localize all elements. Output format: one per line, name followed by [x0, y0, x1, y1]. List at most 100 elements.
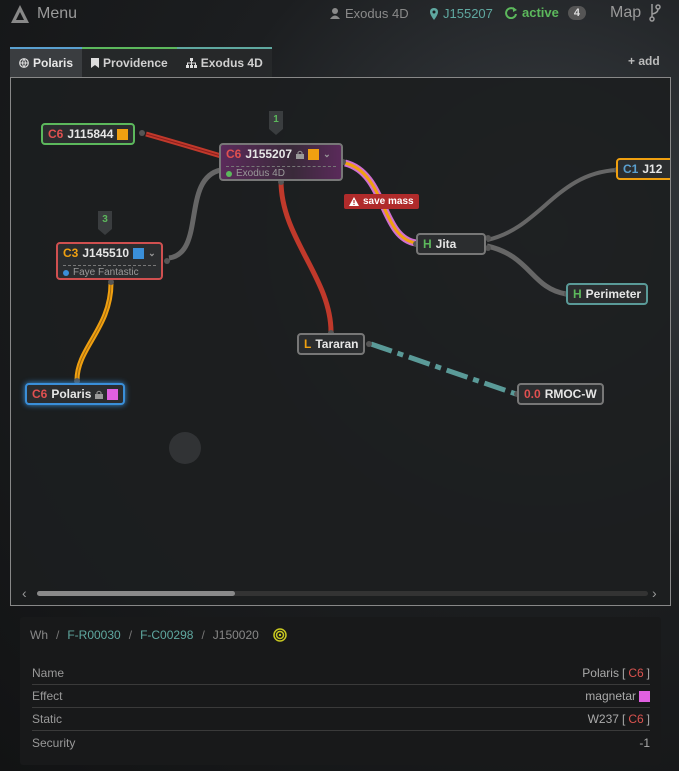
tab-providence[interactable]: Providence: [82, 47, 177, 77]
tab-polaris[interactable]: Polaris: [10, 47, 83, 77]
info-value: magnetar: [585, 689, 650, 703]
effect-square-icon: [308, 148, 320, 160]
scroll-left-icon[interactable]: ‹: [22, 585, 27, 601]
info-row-effect: Effect magnetar: [32, 685, 650, 708]
info-value[interactable]: W237 [C6]: [588, 712, 650, 726]
connection-j155207-tararan: [278, 180, 334, 333]
map-menu-button[interactable]: Map: [610, 4, 661, 22]
user-icon: [330, 8, 340, 19]
system-j115844[interactable]: C6 J115844: [41, 123, 136, 145]
system-class: H: [423, 237, 432, 251]
sitemap-icon: [185, 58, 197, 68]
tab-exodus-4d[interactable]: Exodus 4D: [176, 47, 272, 77]
system-name: Jita: [435, 237, 457, 251]
system-rmoc-w[interactable]: 0.0 RMOC-W: [517, 383, 604, 405]
breadcrumb-separator: /: [128, 628, 133, 642]
horizontal-scrollbar[interactable]: [37, 591, 648, 596]
system-j155207[interactable]: C6 J155207 ⌄ Exodus 4D: [219, 143, 343, 181]
top-bar: Menu Exodus 4D J155207 active 4 Map: [0, 0, 679, 28]
bookmark-icon: [91, 58, 100, 68]
system-class: C1: [623, 162, 639, 176]
system-class-value: C6: [628, 666, 644, 680]
connection-label: save mass: [363, 196, 414, 207]
wormhole-icon[interactable]: [273, 628, 287, 642]
system-name: J145510: [82, 246, 130, 260]
system-class: C6: [48, 127, 64, 141]
system-name: Perimeter: [585, 287, 642, 301]
tab-label: Polaris: [33, 56, 74, 70]
info-row-security: Security -1: [32, 731, 650, 754]
breadcrumb-separator: /: [201, 628, 205, 642]
scrollbar-thumb[interactable]: [37, 591, 235, 596]
connection-mass-label[interactable]: save mass: [344, 194, 419, 209]
system-name: RMOC-W: [544, 387, 597, 401]
system-class: H: [573, 287, 582, 301]
menu-button[interactable]: Menu: [37, 5, 77, 23]
map-marker-icon: [430, 7, 438, 20]
online-dot-icon: [226, 170, 232, 177]
system-j145510[interactable]: C3 J145510 ⌄ Faye Fantastic: [56, 242, 163, 280]
connection-j145510-polaris: [74, 282, 114, 381]
breadcrumb-region[interactable]: F-R00030: [67, 628, 120, 642]
warning-icon: [349, 197, 359, 206]
effect-square-icon: [639, 690, 650, 702]
info-value: Polaris [C6]: [582, 666, 650, 680]
info-row-static: Static W237 [C6]: [32, 708, 650, 731]
branch-icon: [649, 4, 661, 22]
add-tab-label: add: [638, 54, 660, 68]
static-value: W237: [587, 712, 619, 726]
system-polaris[interactable]: C6 Polaris: [25, 383, 126, 405]
security-value: -1: [639, 735, 650, 750]
status-text: active: [522, 5, 559, 20]
breadcrumb: Wh / F-R00030 / F-C00298 / J150020: [30, 628, 287, 642]
map-label: Map: [610, 4, 642, 21]
system-j12[interactable]: C1 J12: [616, 158, 670, 180]
static-class-value: C6: [628, 712, 644, 726]
logo-icon[interactable]: [10, 4, 30, 24]
info-label: Name: [32, 666, 65, 680]
plus-icon: +: [628, 54, 636, 68]
system-class: 0.0: [524, 387, 541, 401]
system-class: L: [304, 337, 312, 351]
breadcrumb-root[interactable]: Wh: [30, 628, 48, 642]
globe-icon: [19, 58, 29, 68]
map-canvas[interactable]: 1 3 C6 J115844 C6 J155207 ⌄ Exodus 4D C3…: [10, 77, 671, 606]
info-label: Security: [32, 735, 76, 750]
system-jita[interactable]: H Jita: [416, 233, 486, 255]
system-tararan[interactable]: L Tararan: [297, 333, 366, 355]
connection-tararan-rmoc: [370, 341, 517, 397]
connection-jita-perimeter: [486, 243, 567, 297]
breadcrumb-system[interactable]: J150020: [213, 628, 259, 642]
chevron-down-icon: ⌄: [148, 247, 156, 258]
effect-square-icon: [117, 128, 129, 140]
effect-square-icon: [107, 388, 119, 400]
scroll-right-icon[interactable]: ›: [652, 585, 657, 601]
lock-icon: [95, 390, 104, 399]
lock-icon: [296, 150, 305, 159]
breadcrumb-separator: /: [56, 628, 60, 642]
system-name: Tararan: [315, 337, 359, 351]
system-name: J12: [642, 162, 663, 176]
tab-label: Providence: [103, 56, 168, 70]
map-tabs: Polaris Providence Exodus 4D: [10, 47, 272, 77]
character-indicator[interactable]: Exodus 4D: [330, 6, 409, 21]
system-alias: Faye Fantastic: [73, 267, 139, 278]
character-name: Exodus 4D: [345, 6, 409, 21]
breadcrumb-constellation[interactable]: F-C00298: [140, 628, 193, 642]
status-indicator[interactable]: active 4: [505, 5, 586, 20]
system-name: Polaris: [51, 387, 92, 401]
add-tab-button[interactable]: + add: [628, 54, 660, 68]
status-count-badge: 4: [567, 5, 586, 20]
online-dot-icon: [63, 269, 69, 276]
system-info-panel: Wh / F-R00030 / F-C00298 / J150020 Name …: [20, 617, 661, 765]
current-system-name: J155207: [443, 6, 493, 21]
system-class: C3: [63, 246, 79, 260]
system-alias: Exodus 4D: [236, 168, 285, 179]
tab-label: Exodus 4D: [200, 56, 263, 70]
system-perimeter[interactable]: H Perimeter: [566, 283, 649, 305]
connection-jita-j12: [486, 168, 618, 242]
current-system-indicator[interactable]: J155207: [430, 6, 493, 21]
system-name: J155207: [245, 147, 293, 161]
info-row-name: Name Polaris [C6]: [32, 662, 650, 685]
effect-square-icon: [133, 247, 145, 259]
